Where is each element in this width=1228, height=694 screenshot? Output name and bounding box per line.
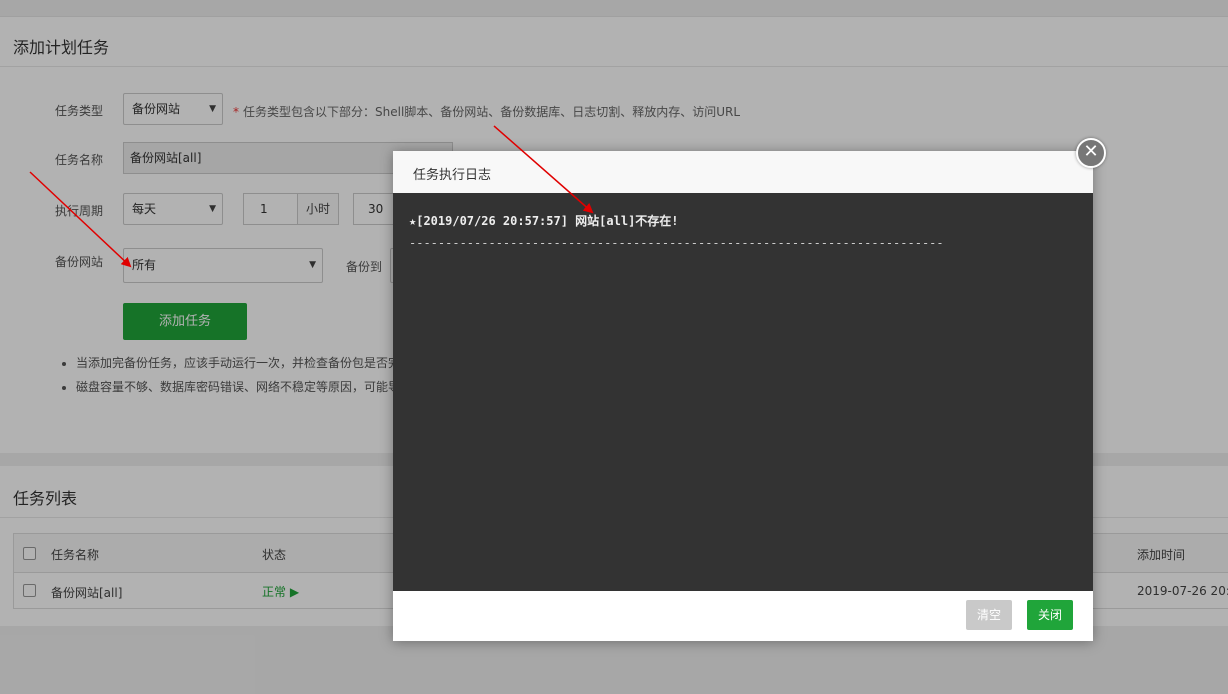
log-modal: 任务执行日志 ★[2019/07/26 20:57:57] 网站[all]不存在… (393, 151, 1093, 641)
clear-button[interactable]: 清空 (966, 600, 1012, 630)
modal-footer: 清空 关闭 (393, 591, 1093, 641)
modal-header: 任务执行日志 (393, 151, 1093, 194)
page: 添加计划任务 任务类型 备份网站 ▼ * 任务类型包含以下部分：Shell脚本、备… (0, 0, 1228, 694)
log-line: ★[2019/07/26 20:57:57] 网站[all]不存在! (409, 214, 679, 228)
close-button[interactable]: 关闭 (1027, 600, 1073, 630)
log-separator: ----------------------------------------… (409, 236, 944, 250)
modal-title: 任务执行日志 (413, 168, 492, 183)
close-icon[interactable]: ✕ (1076, 138, 1106, 168)
log-output: ★[2019/07/26 20:57:57] 网站[all]不存在! -----… (393, 193, 1093, 591)
